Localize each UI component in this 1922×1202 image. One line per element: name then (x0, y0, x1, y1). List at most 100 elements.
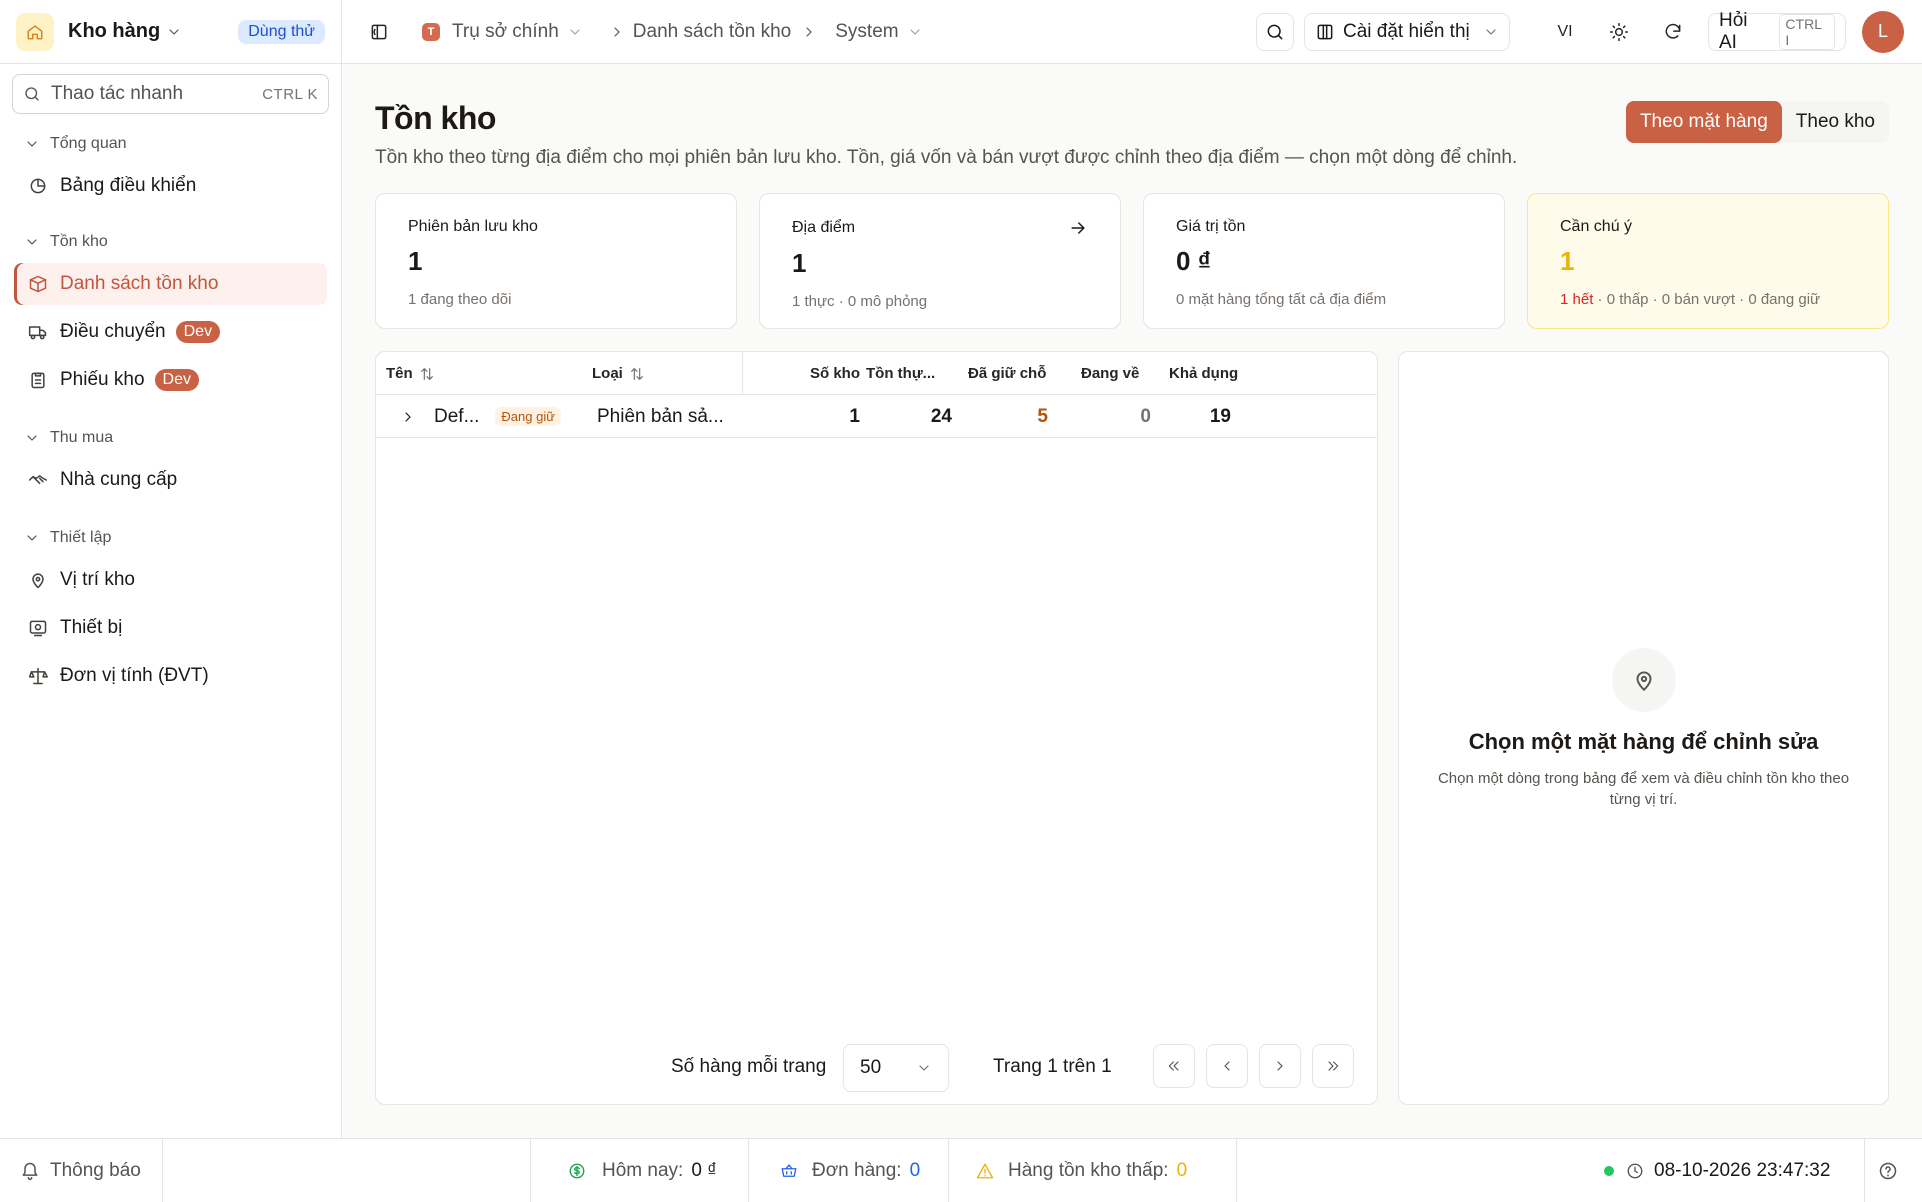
column-reserved[interactable]: Đã giữ chỗ (968, 352, 1046, 395)
view-toggle: Theo mặt hàng Theo kho (1625, 101, 1889, 143)
divider (948, 1139, 949, 1202)
last-page-button[interactable] (1312, 1044, 1354, 1088)
column-incoming[interactable]: Đang về (1081, 352, 1139, 395)
stat-label: Cần chú ý (1560, 218, 1633, 235)
chevron-down-icon (24, 530, 50, 546)
table-row[interactable]: Def... Đang giữ Phiên bản sả... 1 24 5 0… (376, 395, 1377, 438)
column-divider (742, 352, 743, 395)
ask-ai-label: Hỏi AI (1719, 9, 1748, 53)
sidebar: Kho hàng Dùng thử Thao tác nhanh CTRL K … (0, 0, 342, 1138)
search-icon (1267, 24, 1283, 39)
page-subtitle: Tồn kho theo từng địa điểm cho mọi phiên… (375, 147, 1518, 168)
stat-card-locations[interactable]: Địa điểm 1 1 thực · 0 mô phỏng (759, 193, 1121, 329)
section-inventory[interactable]: Tồn kho (24, 227, 341, 257)
dev-badge: Dev (154, 369, 199, 391)
stat-card-stock-value: Giá trị tồn 0 ₫ 0 mặt hàng tổng tất cả đ… (1143, 193, 1505, 329)
column-warehouses[interactable]: Số kho (796, 352, 860, 395)
orders-value: 0 (909, 1160, 921, 1181)
chevron-down-icon (907, 24, 923, 40)
handshake-icon (28, 470, 60, 490)
dashboard-icon (28, 176, 60, 196)
basket-icon (780, 1162, 798, 1180)
divider (748, 1139, 749, 1202)
workspace-switcher[interactable]: Kho hàng Dùng thử (0, 0, 341, 64)
section-overview[interactable]: Tổng quan (24, 129, 341, 159)
divider (1864, 1139, 1865, 1202)
sidebar-item-label: Nhà cung cấp (60, 469, 178, 490)
column-type[interactable]: Loại (592, 352, 645, 395)
display-settings-button[interactable]: Cài đặt hiển thị (1304, 12, 1510, 51)
sidebar-item-label: Vị trí kho (60, 569, 135, 590)
sidebar-item-inventory-list[interactable]: Danh sách tồn kho (14, 263, 327, 305)
previous-page-button[interactable] (1206, 1044, 1248, 1088)
ask-ai-button[interactable]: Hỏi AI CTRL I (1708, 9, 1846, 53)
row-name-cell: Def... Đang giữ (434, 395, 561, 438)
clock-icon (1626, 1162, 1644, 1180)
quick-actions-search[interactable]: Thao tác nhanh CTRL K (12, 74, 329, 114)
section-settings[interactable]: Thiết lập (24, 523, 341, 553)
column-available[interactable]: Khả dụng (1169, 352, 1238, 395)
theme-toggle-button[interactable] (1600, 13, 1638, 51)
column-on-hand[interactable]: Tồn thự... (866, 352, 935, 395)
sidebar-item-locations[interactable]: Vị trí kho (14, 559, 327, 601)
rows-per-page-label: Số hàng mỗi trang (671, 1056, 827, 1077)
columns-icon (1317, 24, 1333, 39)
column-name[interactable]: Tên (386, 352, 435, 395)
sidebar-item-label: Bảng điều khiển (60, 175, 197, 196)
refresh-icon (1665, 23, 1681, 39)
next-page-button[interactable] (1259, 1044, 1301, 1088)
org-selector[interactable]: T Trụ sở chính (422, 21, 583, 43)
help-button[interactable] (1878, 1139, 1898, 1202)
chevron-down-icon (24, 430, 50, 446)
avatar[interactable]: L (1862, 10, 1904, 53)
online-status-dot (1604, 1166, 1614, 1176)
chevron-left-icon (1224, 1061, 1230, 1071)
sidebar-item-transfers[interactable]: Điều chuyển Dev (14, 311, 327, 353)
sidebar-item-suppliers[interactable]: Nhà cung cấp (14, 459, 327, 501)
sidebar-item-dashboard[interactable]: Bảng điều khiển (14, 165, 327, 207)
sidebar-item-units[interactable]: Đơn vị tính (ĐVT) (14, 655, 327, 697)
page-title: Tồn kho (375, 100, 496, 136)
divider (1236, 1139, 1237, 1202)
display-settings-label: Cài đặt hiển thị (1343, 20, 1470, 42)
section-label: Tổng quan (50, 135, 127, 152)
search-label: Thao tác nhanh (51, 83, 184, 104)
location-icon (28, 570, 60, 590)
first-page-button[interactable] (1153, 1044, 1195, 1088)
low-stock-count: Hàng tồn kho thấp: 0 (976, 1139, 1187, 1202)
low-stock-label: Hàng tồn kho thấp: (1008, 1160, 1169, 1181)
sort-icon (623, 366, 645, 382)
help-icon (1879, 1162, 1897, 1180)
toggle-sidebar-button[interactable] (360, 13, 398, 51)
org-name: Trụ sở chính (452, 20, 559, 42)
clock: 08-10-2026 23:47:32 (1604, 1139, 1830, 1202)
view-by-item-button[interactable]: Theo mặt hàng (1625, 101, 1782, 143)
sidebar-item-label: Điều chuyển (60, 321, 166, 342)
section-purchasing[interactable]: Thu mua (24, 423, 341, 453)
page-info: Trang 1 trên 1 (993, 1056, 1112, 1077)
location-pin-icon (1612, 648, 1676, 712)
rows-per-page-select[interactable]: 50 (843, 1044, 949, 1092)
chevron-down-icon (166, 24, 182, 40)
ask-ai-shortcut: CTRL I (1779, 13, 1835, 50)
dev-badge: Dev (175, 321, 221, 343)
breadcrumb[interactable]: Danh sách tồn kho (609, 21, 817, 43)
search-icon (23, 85, 41, 103)
sidebar-item-devices[interactable]: Thiết bị (14, 607, 327, 649)
stat-label: Giá trị tồn (1176, 218, 1246, 235)
empty-state-title: Chọn một mặt hàng để chỉnh sửa (1468, 729, 1819, 754)
sun-icon (1609, 22, 1629, 41)
view-by-warehouse-button[interactable]: Theo kho (1782, 101, 1889, 143)
expand-row-button[interactable] (400, 395, 416, 438)
column-name-label: Tên (386, 365, 413, 382)
chevron-right-icon (405, 411, 411, 422)
notifications-button[interactable]: Thông báo (20, 1139, 141, 1202)
refresh-button[interactable] (1654, 13, 1692, 51)
stat-label: Địa điểm (792, 219, 856, 236)
context-selector[interactable]: System (835, 21, 922, 43)
sidebar-item-label: Danh sách tồn kho (60, 273, 219, 294)
sidebar-item-stock-vouchers[interactable]: Phiếu kho Dev (14, 359, 327, 401)
search-button[interactable] (1256, 12, 1294, 51)
arrow-right-icon[interactable] (1068, 218, 1088, 238)
language-button[interactable]: VI (1546, 13, 1584, 51)
